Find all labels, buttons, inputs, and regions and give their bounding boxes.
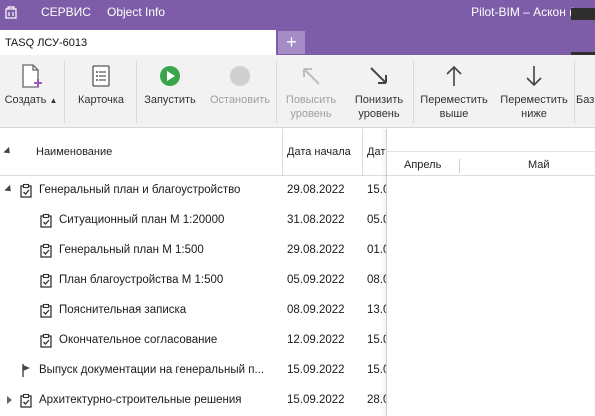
table-row[interactable]: Генеральный план М 1:50029.08.202201.0 xyxy=(0,236,386,266)
baseline-button[interactable]: Баз xyxy=(576,55,595,128)
lower-level-button[interactable]: Понизить уровень xyxy=(346,55,412,128)
dropdown-arrow-icon: ▲ xyxy=(49,96,58,105)
tab-label: TASQ ЛСУ-6013 xyxy=(5,37,88,49)
collapse-all-icon[interactable] xyxy=(3,146,13,157)
menu-object-info[interactable]: Object Info xyxy=(107,5,165,19)
window-control[interactable] xyxy=(571,8,595,20)
table-row[interactable]: План благоустройства М 1:500 05.09.2022 08… xyxy=(0,266,386,296)
table-row[interactable]: Архитектурно-строительные решения 15.09.2… xyxy=(0,386,386,416)
task-clipboard-icon xyxy=(40,273,52,288)
table-row[interactable]: Окончательное согласование12.09.202215.0 xyxy=(0,326,386,356)
stop-label: Остановить xyxy=(209,94,271,106)
move-down-button[interactable]: Переместить ниже xyxy=(495,55,573,128)
table-row[interactable]: Пояснительная записка08.09.202213.0 xyxy=(0,296,386,326)
title-bar: СЕРВИС Object Info Pilot-BIM – Аскон (оп… xyxy=(0,0,595,26)
task-name: Пояснительная записка xyxy=(59,304,187,316)
task-start-date: 05.09.2022 xyxy=(287,274,345,286)
task-name: Ситуационный план М 1:20000 xyxy=(59,214,225,226)
task-name: Выпуск документации на генеральный п... xyxy=(39,364,265,376)
app-logo-icon[interactable] xyxy=(4,5,18,19)
arrow-up-icon xyxy=(446,65,462,86)
toolbar: Создать ▲ Карточка Запустить Остановить … xyxy=(0,55,595,128)
start-label: Запустить xyxy=(144,94,196,106)
raise-level-label: Повысить уровень xyxy=(285,94,337,120)
card-icon xyxy=(92,65,110,87)
task-start-date: 31.08.2022 xyxy=(287,214,345,226)
column-header-start[interactable]: Дата начала xyxy=(287,146,351,158)
stop-icon xyxy=(230,66,250,86)
table-row[interactable]: Ситуационный план М 1:2000031.08.202205.… xyxy=(0,206,386,236)
start-button[interactable]: Запустить xyxy=(138,55,202,128)
task-grid: Наименование Дата начала Дат Генеральный… xyxy=(0,129,386,416)
task-start-date: 29.08.2022 xyxy=(287,244,345,256)
lower-level-label: Понизить уровень xyxy=(354,94,404,120)
task-clipboard-icon xyxy=(20,393,32,408)
card-label: Карточка xyxy=(77,94,125,106)
move-down-label: Переместить ниже xyxy=(500,94,568,120)
gantt-month-april: Апрель xyxy=(404,159,442,171)
task-start-date: 12.09.2022 xyxy=(287,334,345,346)
task-start-date: 15.09.2022 xyxy=(287,394,345,406)
add-tab-button[interactable]: + xyxy=(278,31,305,54)
task-name: Окончательное согласование xyxy=(59,334,218,346)
task-clipboard-icon xyxy=(40,213,52,228)
collapse-arrow-icon[interactable] xyxy=(4,184,14,195)
card-button[interactable]: Карточка xyxy=(68,55,134,128)
new-document-icon xyxy=(22,64,42,88)
task-start-date: 08.09.2022 xyxy=(287,304,345,316)
task-clipboard-icon xyxy=(40,303,52,318)
flag-icon xyxy=(22,364,30,377)
task-start-date: 29.08.2022 xyxy=(287,184,345,196)
gantt-month-may: Май xyxy=(528,159,550,171)
create-label: Создать xyxy=(4,94,47,106)
move-up-button[interactable]: Переместить выше xyxy=(415,55,493,128)
play-icon xyxy=(160,66,180,86)
gantt-chart: Апрель Май xyxy=(387,129,595,416)
task-clipboard-icon xyxy=(20,183,32,198)
create-button[interactable]: Создать ▲ xyxy=(0,55,62,128)
task-name: Генеральный план М 1:500 xyxy=(59,244,204,256)
arrow-down-icon xyxy=(526,66,542,87)
arrow-down-right-icon xyxy=(370,67,387,84)
stop-button[interactable]: Остановить xyxy=(205,55,275,128)
table-row[interactable]: Выпуск документации на генеральный п... 1… xyxy=(0,356,386,386)
raise-level-button[interactable]: Повысить уровень xyxy=(278,55,344,128)
column-header-name[interactable]: Наименование xyxy=(36,146,112,158)
task-clipboard-icon xyxy=(40,333,52,348)
move-up-label: Переместить выше xyxy=(420,94,488,120)
task-start-date: 15.09.2022 xyxy=(287,364,345,376)
expand-arrow-icon[interactable] xyxy=(7,396,12,404)
menu-service[interactable]: СЕРВИС xyxy=(41,5,91,19)
grid-header: Наименование Дата начала Дат xyxy=(0,129,386,176)
task-clipboard-icon xyxy=(40,243,52,258)
task-name: Генеральный план и благоустройство xyxy=(39,184,241,196)
table-row[interactable]: Генеральный план и благоустройство 29.08.… xyxy=(0,176,386,206)
baseline-label: Баз xyxy=(576,94,595,106)
tab-document[interactable]: TASQ ЛСУ-6013 xyxy=(0,30,276,55)
task-name: Архитектурно-строительные решения xyxy=(39,394,242,406)
arrow-up-left-icon xyxy=(303,68,320,85)
task-name: План благоустройства М 1:500 xyxy=(59,274,224,286)
